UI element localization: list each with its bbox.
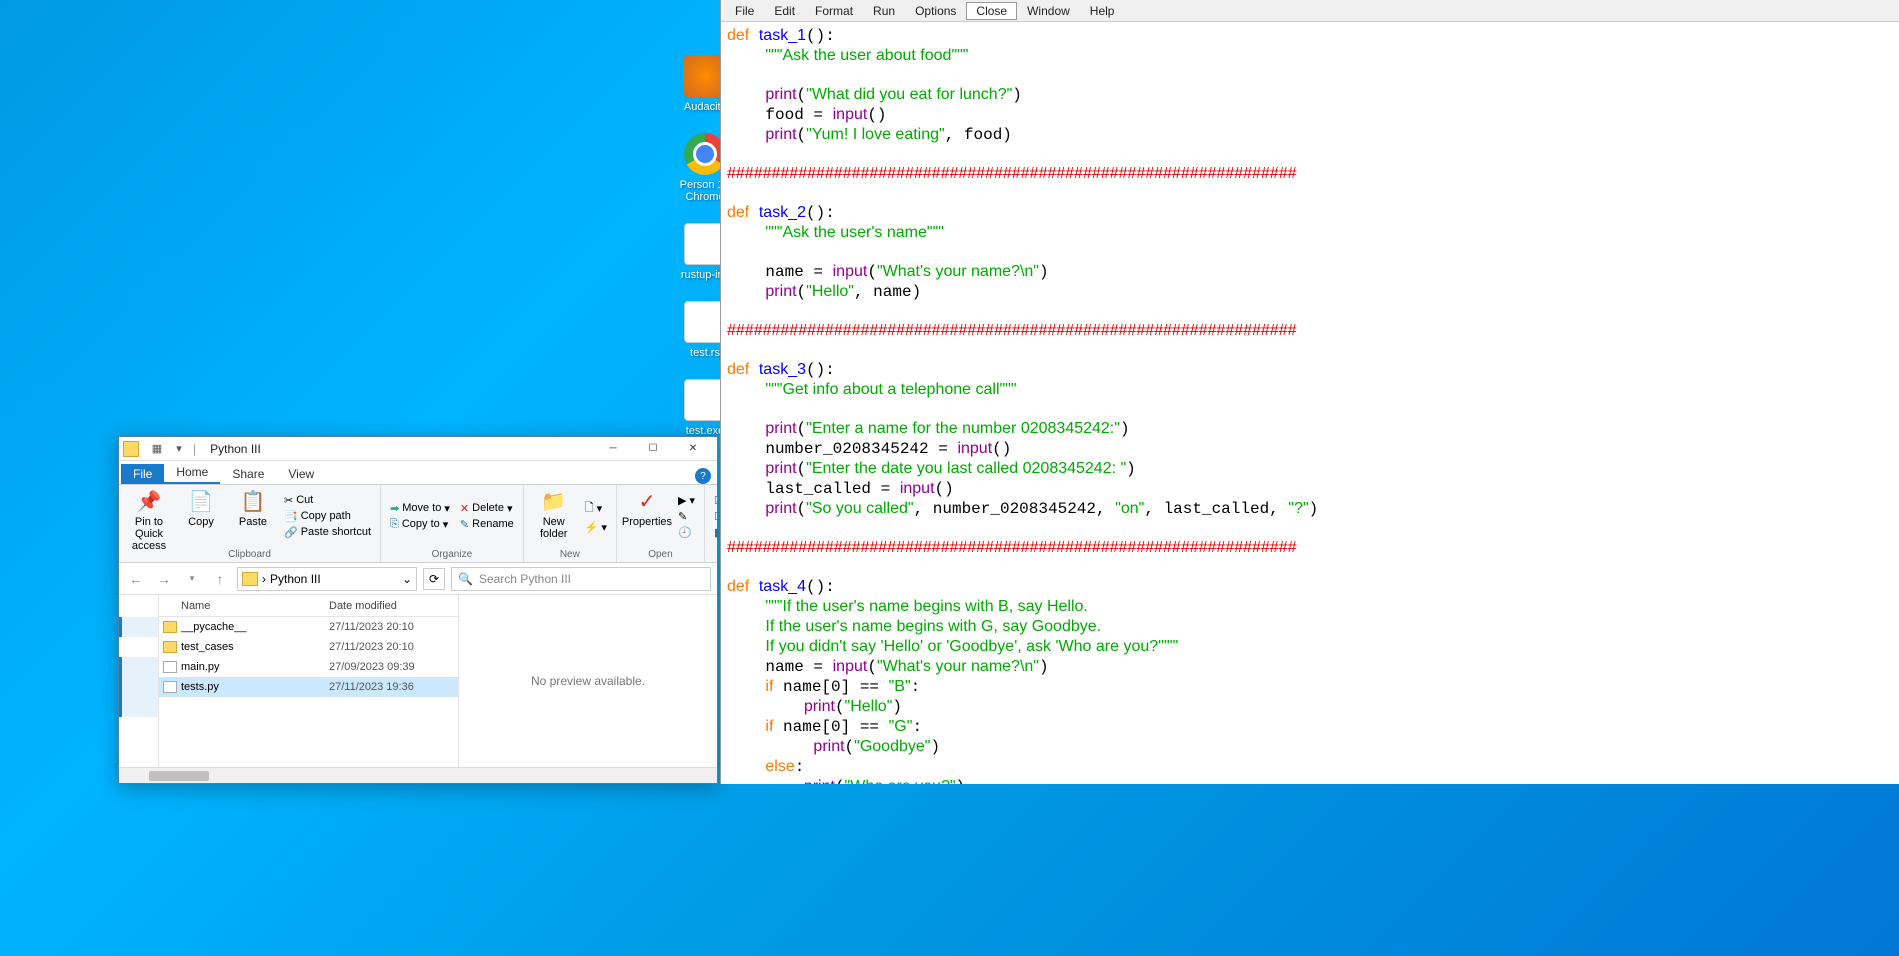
nav-pane[interactable]	[119, 595, 159, 767]
quick-access-toolbar: ▦ ▾	[147, 439, 189, 459]
window-title: Python III	[210, 442, 261, 456]
pin-icon: 📌	[137, 489, 162, 514]
explorer-window: ▦ ▾ | Python III ─ ☐ ✕ File Home Share V…	[118, 436, 718, 784]
menu-edit[interactable]: Edit	[764, 2, 805, 20]
paste-button[interactable]: 📋Paste	[229, 487, 277, 528]
file-row[interactable]: main.py27/09/2023 09:39	[159, 657, 458, 677]
idle-menubar: FileEditFormatRunOptionsCloseWindowHelp	[721, 0, 1899, 22]
code-editor[interactable]: def task_1(): """Ask the user about food…	[721, 22, 1899, 784]
folder-icon	[242, 572, 258, 586]
address-bar: ← → ▾ ↑ › Python III ⌄ ⟳ 🔍 Search Python…	[119, 563, 717, 595]
copy-to-button[interactable]: ⎘Copy to ▾	[387, 517, 453, 532]
file-row[interactable]: __pycache__27/11/2023 20:10	[159, 617, 458, 637]
minimize-button[interactable]: ─	[593, 437, 633, 461]
recent-button[interactable]: ▾	[181, 568, 203, 590]
file-icon	[163, 681, 177, 693]
menu-options[interactable]: Options	[905, 2, 966, 20]
folder-icon	[163, 621, 177, 633]
refresh-button[interactable]: ⟳	[423, 568, 445, 590]
menu-format[interactable]: Format	[805, 2, 863, 20]
menu-file[interactable]: File	[725, 2, 764, 20]
delete-icon: ✕	[460, 502, 469, 515]
cut-button[interactable]: ✂Cut	[281, 493, 374, 508]
qat-new-icon[interactable]: ▾	[169, 439, 189, 459]
tab-file[interactable]: File	[121, 464, 164, 484]
chevron-down-icon[interactable]: ⌄	[402, 572, 412, 586]
shortcut-icon: 🔗	[284, 526, 298, 539]
menu-help[interactable]: Help	[1080, 2, 1125, 20]
help-icon[interactable]: ?	[695, 468, 711, 484]
qat-props-icon[interactable]: ▦	[147, 439, 167, 459]
menu-close[interactable]: Close	[966, 2, 1017, 20]
menu-run[interactable]: Run	[863, 2, 905, 20]
new-item-button[interactable]: 🗋▾	[582, 498, 610, 519]
file-row[interactable]: tests.py27/11/2023 19:36	[159, 677, 458, 697]
ribbon: 📌Pin to Quick access 📄Copy 📋Paste ✂Cut 📑…	[119, 485, 717, 563]
close-button[interactable]: ✕	[673, 437, 713, 461]
cut-icon: ✂	[284, 494, 293, 507]
moveto-icon: ➡	[390, 502, 399, 515]
newfolder-icon: 📁	[541, 489, 566, 514]
paste-shortcut-button[interactable]: 🔗Paste shortcut	[281, 525, 374, 540]
maximize-button[interactable]: ☐	[633, 437, 673, 461]
rename-button[interactable]: ✎Rename	[457, 517, 517, 532]
pin-quick-access-button[interactable]: 📌Pin to Quick access	[125, 487, 173, 552]
edit-button[interactable]: ✎	[675, 509, 698, 524]
back-button[interactable]: ←	[125, 568, 147, 590]
properties-icon: ✓	[639, 489, 656, 514]
easy-access-button[interactable]: ⚡▾	[582, 520, 610, 535]
address-path[interactable]: › Python III ⌄	[237, 567, 417, 591]
properties-button[interactable]: ✓Properties	[623, 487, 671, 528]
file-icon	[163, 661, 177, 673]
folder-icon	[123, 441, 139, 457]
search-icon: 🔍	[458, 572, 473, 586]
tab-view[interactable]: View	[276, 464, 326, 484]
rename-icon: ✎	[460, 518, 469, 531]
move-to-button[interactable]: ➡Move to ▾	[387, 501, 453, 516]
delete-button[interactable]: ✕Delete ▾	[457, 501, 517, 516]
copy-path-button[interactable]: 📑Copy path	[281, 509, 374, 524]
tab-home[interactable]: Home	[164, 462, 220, 484]
ribbon-tabs: File Home Share View ?	[119, 461, 717, 485]
tab-share[interactable]: Share	[220, 464, 276, 484]
open-button[interactable]: ▶▾	[675, 493, 698, 508]
file-list: Name Date modified __pycache__27/11/2023…	[159, 595, 459, 767]
history-button[interactable]: 🕘	[675, 525, 698, 540]
paste-icon: 📋	[241, 489, 266, 514]
new-folder-button[interactable]: 📁New folder	[530, 487, 578, 540]
explorer-titlebar[interactable]: ▦ ▾ | Python III ─ ☐ ✕	[119, 437, 717, 461]
search-input[interactable]: 🔍 Search Python III	[451, 567, 711, 591]
file-row[interactable]: test_cases27/11/2023 20:10	[159, 637, 458, 657]
copy-icon: 📄	[189, 489, 214, 514]
copy-button[interactable]: 📄Copy	[177, 487, 225, 528]
idle-window: FileEditFormatRunOptionsCloseWindowHelp …	[720, 0, 1899, 784]
folder-icon	[163, 641, 177, 653]
preview-pane: No preview available.	[459, 595, 717, 767]
up-button[interactable]: ↑	[209, 568, 231, 590]
forward-button[interactable]: →	[153, 568, 175, 590]
column-headers[interactable]: Name Date modified	[159, 595, 458, 617]
copypath-icon: 📑	[284, 510, 298, 523]
copyto-icon: ⎘	[390, 518, 399, 531]
horizontal-scrollbar[interactable]	[119, 767, 717, 783]
menu-window[interactable]: Window	[1017, 2, 1080, 20]
